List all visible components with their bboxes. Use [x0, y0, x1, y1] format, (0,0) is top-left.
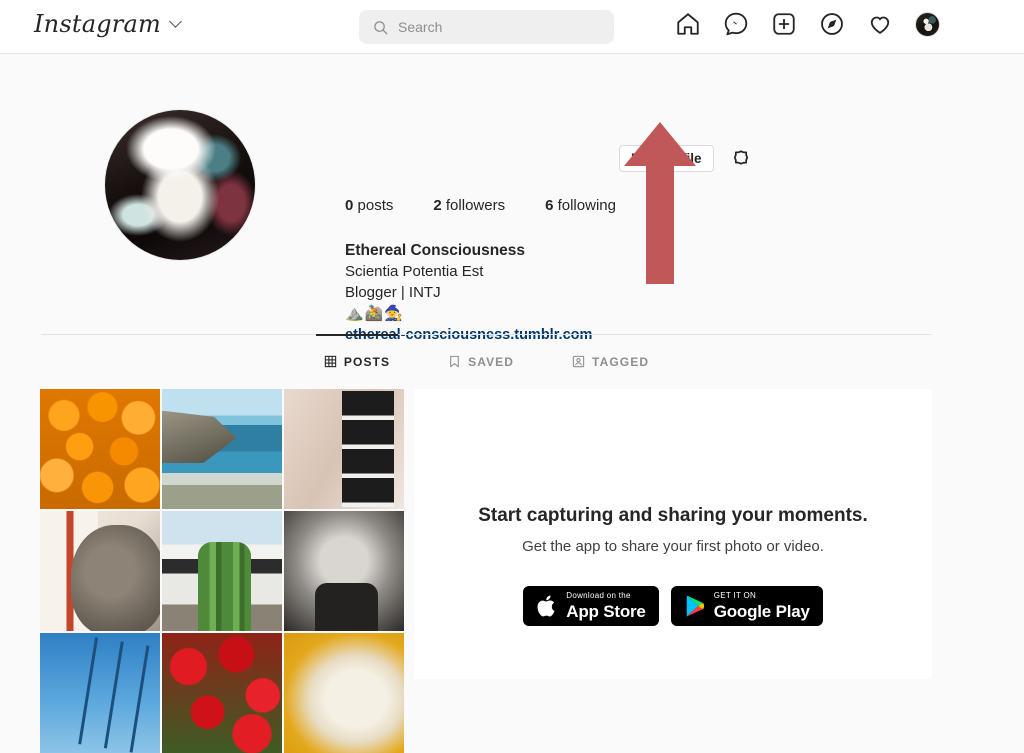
followers-label: followers	[445, 197, 506, 214]
empty-state-panel: Start capturing and sharing your moments…	[414, 389, 932, 679]
apple-icon	[537, 595, 555, 617]
instagram-wordmark: Instagram	[34, 10, 161, 38]
chevron-down-icon[interactable]	[169, 15, 182, 28]
new-post-icon[interactable]	[771, 11, 797, 37]
following-label: following	[557, 197, 616, 214]
profile-tabs: POSTS SAVED TAGGED	[41, 334, 932, 388]
thumbnail-cactus-house[interactable]	[162, 511, 282, 631]
top-navigation-bar: Instagram Search	[0, 0, 1024, 54]
followers-count: 2	[433, 197, 442, 214]
tagged-person-icon	[572, 355, 585, 368]
empty-state-title: Start capturing and sharing your moments…	[478, 505, 868, 526]
profile-full-name: Ethereal Consciousness	[345, 242, 526, 259]
app-store-small: Download on the	[566, 591, 631, 600]
google-play-small: GET IT ON	[713, 591, 757, 600]
google-play-big: Google Play	[713, 602, 810, 621]
posts-grid	[40, 389, 404, 753]
thumbnail-white-dog[interactable]	[284, 633, 404, 753]
thumbnail-photobooth-strip[interactable]	[284, 389, 404, 509]
bookmark-icon	[450, 355, 459, 368]
thumbnail-baby-smiling[interactable]	[284, 511, 404, 631]
tab-tagged-label: TAGGED	[592, 354, 650, 369]
stat-posts[interactable]: 0 posts	[345, 197, 393, 214]
store-badges: Download on the App Store GET IT ON Goog…	[523, 586, 823, 626]
bio-line-1: Scientia Potentia Est	[345, 263, 484, 280]
tab-posts-label: POSTS	[343, 354, 391, 369]
profile-picture[interactable]	[105, 110, 255, 260]
bio-line-2: Blogger | INTJ	[345, 284, 441, 301]
search-input[interactable]: Search	[359, 10, 614, 44]
grid-icon	[324, 355, 337, 368]
activity-heart-icon[interactable]	[867, 11, 893, 37]
empty-state-subtitle: Get the app to share your first photo or…	[522, 538, 824, 555]
bio-emoji-line: ⛰️🚵🧙	[345, 305, 405, 322]
tab-tagged[interactable]: TAGGED	[572, 335, 649, 388]
tab-saved-label: SAVED	[468, 354, 515, 369]
stat-following[interactable]: 6 following	[545, 197, 616, 214]
google-play-badge[interactable]: GET IT ON Google Play	[670, 586, 823, 626]
instagram-logo-button[interactable]: Instagram	[34, 10, 182, 38]
tab-saved[interactable]: SAVED	[448, 335, 514, 388]
profile-bio: Ethereal Consciousness Scientia Potentia…	[345, 240, 592, 346]
app-store-text: Download on the App Store	[566, 591, 646, 621]
explore-compass-icon[interactable]	[819, 11, 845, 37]
annotation-arrow-up-icon	[624, 122, 696, 284]
posts-count: 0	[345, 197, 354, 214]
tab-posts[interactable]: POSTS	[315, 334, 399, 388]
stat-followers[interactable]: 2 followers	[433, 197, 505, 214]
profile-stats: 0 posts 2 followers 6 following	[345, 197, 616, 214]
google-play-icon	[686, 595, 704, 617]
thumbnail-coastline[interactable]	[162, 389, 282, 509]
thumbnail-red-flowers[interactable]	[162, 633, 282, 753]
app-store-big: App Store	[566, 602, 646, 621]
search-placeholder: Search	[398, 19, 443, 35]
profile-header: Edit profile 0 posts 2 followers 6 follo…	[0, 55, 1024, 343]
posts-label: posts	[357, 197, 394, 214]
profile-picture-image	[105, 110, 255, 260]
app-store-badge[interactable]: Download on the App Store	[523, 586, 659, 626]
google-play-text: GET IT ON Google Play	[713, 591, 810, 621]
nav-icon-group	[675, 11, 940, 37]
profile-avatar[interactable]	[915, 11, 940, 37]
following-count: 6	[545, 197, 554, 214]
home-icon[interactable]	[675, 11, 701, 37]
messenger-icon[interactable]	[723, 11, 749, 37]
thumbnail-sky-cables[interactable]	[40, 633, 160, 753]
settings-gear-icon[interactable]	[730, 148, 752, 170]
thumbnail-oranges[interactable]	[40, 389, 160, 509]
thumbnail-dog-on-blanket[interactable]	[40, 511, 160, 631]
search-icon	[374, 20, 388, 34]
